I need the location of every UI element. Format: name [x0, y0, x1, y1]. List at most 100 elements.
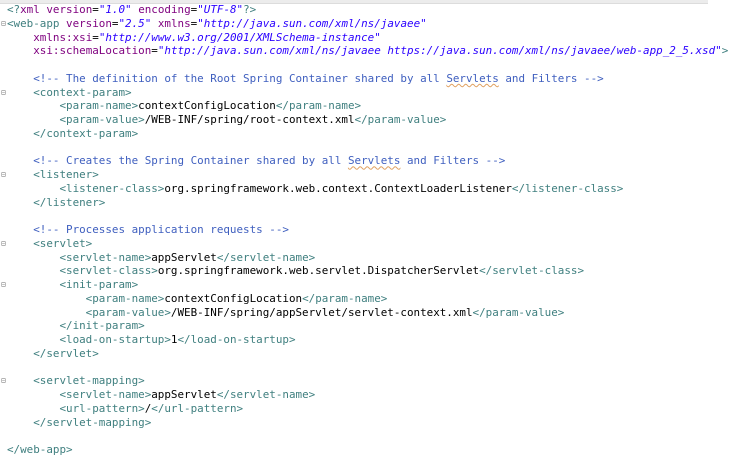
xml-text: org.springframework.web.servlet.Dispatch… [157, 264, 480, 278]
xml-text: /WEB-INF/spring/appServlet/servlet-conte… [170, 305, 473, 319]
code-line[interactable]: ⊟ <listener> [1, 168, 743, 182]
code-line[interactable]: ⊟ <servlet-mapping> [1, 374, 743, 388]
xml-attribute-name: xsi:schemaLocation [33, 44, 152, 58]
code-line[interactable]: <param-name>contextConfigLocation</param… [7, 99, 743, 113]
xml-tag: <param-value> [7, 113, 145, 126]
code-line[interactable]: <!-- The definition of the Root Spring C… [7, 72, 743, 86]
xml-attribute-value: "1.0" [98, 3, 132, 16]
fold-toggle-icon[interactable]: ⊟ [1, 168, 6, 182]
xml-tag: <load-on-startup> [7, 333, 171, 346]
code-line[interactable]: <url-pattern>/</url-pattern> [7, 402, 743, 416]
code-line[interactable]: ⊟ <init-param> [1, 278, 743, 292]
fold-toggle-icon[interactable]: ⊟ [1, 374, 6, 388]
xml-tag: </param-name> [275, 99, 362, 113]
xml-tag: <context-param> [7, 85, 132, 99]
code-line[interactable]: <!-- Processes application requests --> [7, 223, 743, 237]
code-line[interactable]: <param-value>/WEB-INF/spring/root-contex… [7, 113, 743, 127]
xml-text: org.springframework.web.context.ContextL… [164, 181, 512, 195]
xml-comment: <!-- Creates the Spring Container shared… [7, 154, 348, 168]
xml-tag: <? [7, 3, 21, 16]
code-line[interactable]: <servlet-name>appServlet</servlet-name> [7, 251, 743, 265]
xml-tag: <web-app [7, 16, 67, 30]
xml-attribute-name: xmlns [157, 16, 191, 30]
xml-tag: </param-value> [354, 113, 447, 126]
fold-toggle-icon[interactable]: ⊟ [1, 278, 6, 292]
xml-tag: </init-param> [7, 319, 145, 333]
xml-tag: <init-param> [7, 278, 139, 291]
xml-text: appServlet [151, 388, 217, 401]
xml-attribute-name: xmlns:xsi [33, 30, 93, 44]
code-line[interactable]: <!-- Creates the Spring Container shared… [7, 154, 743, 168]
code-line[interactable] [7, 429, 743, 443]
xml-attribute-name: xml [20, 3, 47, 16]
code-line[interactable]: ⊟ <context-param> [1, 85, 743, 100]
code-line[interactable]: <servlet-class>org.springframework.web.s… [7, 264, 743, 278]
xml-tag: <servlet-name> [7, 250, 152, 264]
code-line[interactable]: </context-param> [7, 127, 743, 141]
fold-toggle-icon[interactable]: ⊟ [1, 86, 6, 100]
xml-tag: ?> [243, 3, 257, 16]
xml-tag: <url-pattern> [7, 401, 145, 415]
xml-tag: </web-app> [7, 443, 73, 456]
code-line[interactable]: ⊟ <servlet> [1, 236, 743, 251]
fold-toggle-icon[interactable]: ⊟ [1, 17, 6, 31]
code-line[interactable] [7, 141, 743, 155]
xml-tag: </load-on-startup> [177, 333, 296, 346]
xml-attribute-name: version [46, 3, 93, 16]
xml-tag: </listener> [7, 195, 106, 209]
xml-attribute-value: "http://java.sun.com/xml/ns/javaee https… [157, 44, 722, 58]
code-line[interactable] [7, 58, 743, 72]
code-line[interactable] [7, 361, 743, 375]
xml-tag: <param-name> [7, 99, 139, 113]
xml-comment: <!-- Processes application requests --> [7, 223, 289, 236]
xml-tag: </listener-class> [511, 181, 624, 195]
xml-text: appServlet [151, 250, 217, 264]
xml-tag: </context-param> [7, 126, 139, 140]
code-line[interactable]: xmlns:xsi="http://www.w3.org/2001/XMLSch… [7, 31, 743, 45]
code-line[interactable]: <param-value>/WEB-INF/spring/appServlet/… [7, 306, 743, 320]
xml-attribute-value: "http://java.sun.com/xml/ns/javaee" [197, 16, 427, 30]
xml-tag: </servlet-class> [479, 264, 585, 278]
spellcheck-word: Servlets [446, 71, 499, 85]
xml-text [7, 31, 33, 44]
xml-tag: <param-value> [7, 305, 171, 319]
xml-tag: <servlet-mapping> [7, 374, 145, 388]
code-line[interactable]: <?xml version="1.0" encoding="UTF-8"?> [7, 3, 743, 17]
code-line[interactable]: </servlet-mapping> [7, 416, 743, 430]
xml-text: /WEB-INF/spring/root-context.xml [144, 113, 355, 126]
xml-tag: <param-name> [7, 291, 165, 305]
code-line[interactable]: xsi:schemaLocation="http://java.sun.com/… [7, 44, 743, 58]
xml-tag: <listener> [7, 168, 99, 181]
xml-attribute-name: version [66, 16, 112, 30]
xml-tag: > [721, 44, 729, 58]
xml-tag: </param-name> [302, 291, 388, 305]
xml-comment: and Filters --> [400, 154, 506, 168]
xml-tag: <servlet-class> [7, 264, 158, 278]
code-line[interactable]: <listener-class>org.springframework.web.… [7, 182, 743, 196]
xml-attribute-name: encoding [138, 3, 191, 16]
code-line[interactable]: <param-name>contextConfigLocation</param… [7, 292, 743, 306]
code-line[interactable]: <servlet-name>appServlet</servlet-name> [7, 388, 743, 402]
xml-tag: <servlet> [7, 236, 93, 250]
xml-attribute-value: "2.5" [118, 16, 152, 30]
xml-tag: <servlet-name> [7, 388, 152, 401]
xml-editor[interactable]: <?xml version="1.0" encoding="UTF-8"?> ⊟ <… [1, 3, 743, 457]
fold-toggle-icon[interactable]: ⊟ [1, 237, 6, 251]
xml-text [7, 44, 33, 57]
code-line[interactable]: ⊟ <web-app version="2.5" xmlns="http://ja… [1, 16, 743, 31]
code-line[interactable]: </servlet> [7, 347, 743, 361]
code-line[interactable]: </listener> [7, 196, 743, 210]
xml-tag: </servlet-name> [216, 250, 316, 264]
xml-attribute-value: "http://www.w3.org/2001/XMLSchema-instan… [98, 30, 381, 44]
xml-text: contextConfigLocation [138, 99, 276, 113]
xml-tag: </servlet-name> [216, 388, 316, 401]
xml-comment: and Filters --> [498, 71, 604, 85]
code-line[interactable]: <load-on-startup>1</load-on-startup> [7, 333, 743, 347]
code-line[interactable]: </web-app> [7, 443, 743, 457]
xml-comment: <!-- The definition of the Root Spring C… [7, 71, 447, 85]
code-line[interactable] [7, 209, 743, 223]
xml-tag: </param-value> [472, 305, 565, 319]
code-line[interactable]: </init-param> [7, 319, 743, 333]
xml-text: contextConfigLocation [164, 291, 303, 305]
xml-tag: <listener-class> [7, 181, 165, 195]
